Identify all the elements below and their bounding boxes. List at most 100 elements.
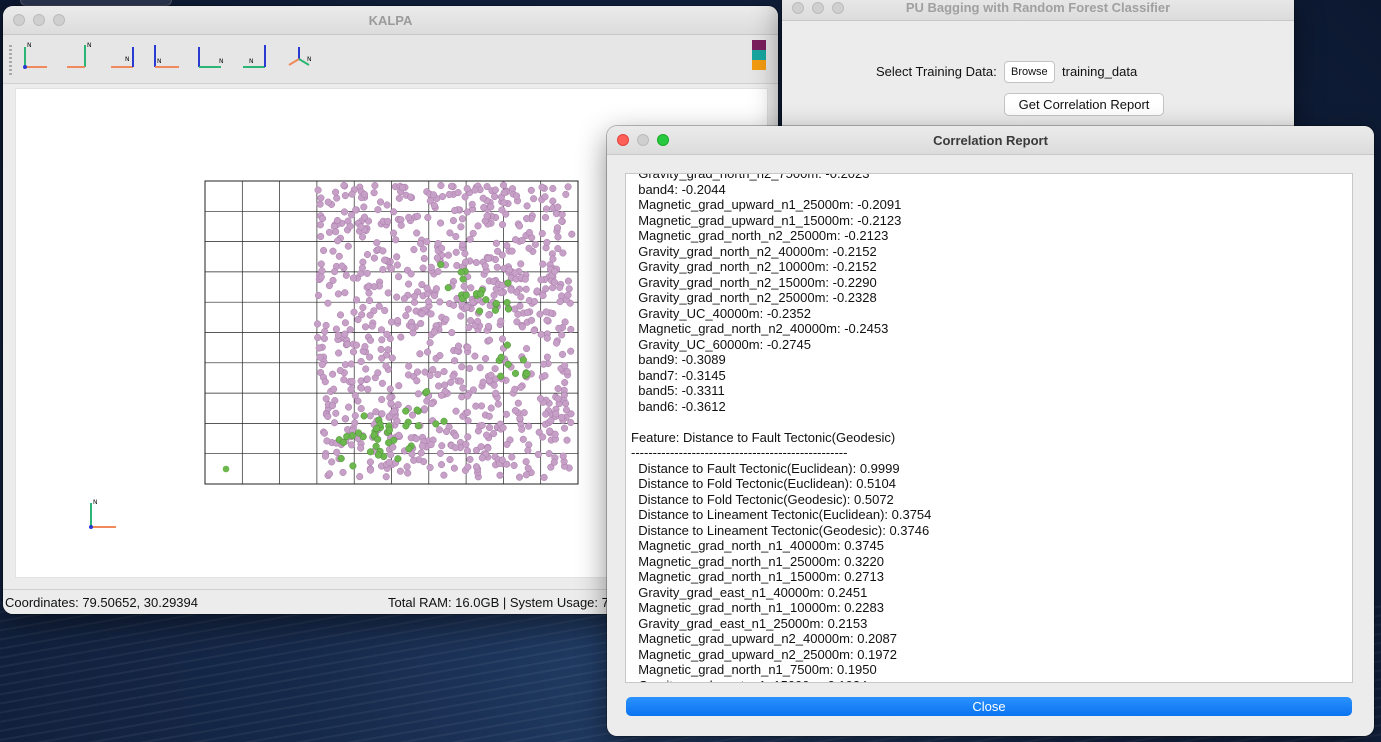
unlabeled-point xyxy=(324,198,332,206)
unlabeled-point xyxy=(420,254,428,263)
get-correlation-report-button[interactable]: Get Correlation Report xyxy=(1004,93,1164,116)
report-line: Magnetic_grad_upward_n2_25000m: 0.1972 xyxy=(631,646,897,662)
view-north-y-icon[interactable]: N xyxy=(63,41,95,75)
svg-text:N: N xyxy=(249,58,254,65)
unlabeled-point xyxy=(363,375,371,383)
view-3d-axes-icon[interactable]: N xyxy=(283,41,315,75)
unlabeled-point xyxy=(523,215,531,223)
unlabeled-point xyxy=(366,412,374,420)
minimize-window-icon[interactable] xyxy=(812,2,824,14)
unlabeled-point xyxy=(481,262,489,270)
zoom-window-icon[interactable] xyxy=(657,134,669,146)
browse-button[interactable]: Browse xyxy=(1004,61,1055,83)
unlabeled-point xyxy=(329,247,337,255)
swatch-color-1 xyxy=(752,40,766,50)
unlabeled-point xyxy=(426,463,434,472)
unlabeled-point xyxy=(376,198,385,206)
view-north-east-icon[interactable]: N xyxy=(195,41,227,75)
unlabeled-point xyxy=(567,418,575,427)
zoom-window-icon[interactable] xyxy=(53,14,65,26)
unlabeled-point xyxy=(317,194,325,202)
unlabeled-point xyxy=(436,449,444,457)
unlabeled-point xyxy=(430,328,438,336)
report-line: band4: -0.2044 xyxy=(631,181,726,197)
labeled-point xyxy=(497,372,505,380)
labeled-point xyxy=(504,360,512,368)
unlabeled-point xyxy=(350,308,358,316)
labeled-point xyxy=(440,417,448,425)
unlabeled-point xyxy=(325,470,334,478)
unlabeled-point xyxy=(393,293,401,301)
view-up-north-icon[interactable]: N xyxy=(107,41,139,75)
unlabeled-point xyxy=(464,417,472,425)
unlabeled-point xyxy=(394,401,402,409)
unlabeled-point xyxy=(366,311,374,319)
report-line: band5: -0.3311 xyxy=(631,383,725,398)
unlabeled-point xyxy=(452,432,460,440)
unlabeled-point xyxy=(552,339,561,347)
unlabeled-point xyxy=(335,252,343,260)
minimize-window-icon[interactable] xyxy=(33,14,45,26)
unlabeled-point xyxy=(491,365,499,373)
close-window-icon[interactable] xyxy=(792,2,804,14)
close-window-icon[interactable] xyxy=(617,134,629,146)
unlabeled-point xyxy=(478,421,486,429)
unlabeled-point xyxy=(389,229,398,237)
unlabeled-point xyxy=(487,404,495,412)
unlabeled-point xyxy=(519,435,527,443)
unlabeled-point xyxy=(417,239,425,248)
unlabeled-point xyxy=(466,317,475,325)
unlabeled-point xyxy=(387,451,395,459)
labeled-point xyxy=(503,341,511,349)
unlabeled-point xyxy=(384,217,392,225)
unlabeled-point xyxy=(396,467,404,475)
report-line: Distance to Lineament Tectonic(Geodesic)… xyxy=(631,522,930,538)
unlabeled-point xyxy=(410,298,419,306)
unlabeled-point xyxy=(479,194,487,202)
unlabeled-point xyxy=(467,284,475,292)
correlation-titlebar[interactable]: Correlation Report xyxy=(607,126,1374,155)
report-line: Distance to Fault Tectonic(Euclidean): 0… xyxy=(631,460,900,476)
unlabeled-point xyxy=(463,447,472,455)
close-button[interactable]: Close xyxy=(626,697,1352,716)
unlabeled-point xyxy=(536,310,544,318)
report-text-area[interactable]: Gravity_grad_north_n2_7500m: -0.2023 ban… xyxy=(625,173,1353,683)
color-legend-swatch[interactable] xyxy=(752,40,766,70)
unlabeled-point xyxy=(466,364,474,372)
unlabeled-point xyxy=(464,433,472,441)
unlabeled-point xyxy=(508,185,517,193)
unlabeled-point xyxy=(409,329,417,337)
pu-titlebar[interactable]: PU Bagging with Random Forest Classifier xyxy=(782,0,1294,21)
unlabeled-point xyxy=(352,341,361,349)
unlabeled-point xyxy=(556,298,564,306)
close-window-icon[interactable] xyxy=(13,14,25,26)
unlabeled-point xyxy=(365,296,374,305)
minimize-window-icon[interactable] xyxy=(637,134,649,146)
kalpa-titlebar[interactable]: KALPA xyxy=(3,6,778,35)
labeled-point xyxy=(523,370,531,378)
unlabeled-point xyxy=(374,369,382,377)
unlabeled-point xyxy=(484,254,492,262)
unlabeled-point xyxy=(387,265,395,273)
view-north-down-icon[interactable]: N xyxy=(239,41,271,75)
report-line: band6: -0.3612 xyxy=(631,398,726,414)
view-north-up-icon[interactable]: N xyxy=(151,41,183,75)
toolbar-grip-icon[interactable] xyxy=(9,45,12,75)
unlabeled-point xyxy=(567,347,575,355)
unlabeled-point xyxy=(315,344,323,352)
labeled-point xyxy=(360,412,368,420)
unlabeled-point xyxy=(383,330,391,338)
unlabeled-point xyxy=(550,458,558,466)
view-north-x-icon[interactable]: N xyxy=(21,41,53,75)
unlabeled-point xyxy=(534,450,542,458)
labeled-point xyxy=(504,279,512,287)
unlabeled-point xyxy=(554,233,562,241)
report-line: Gravity_grad_north_n2_7500m: -0.2023 xyxy=(631,173,870,181)
unlabeled-point xyxy=(514,399,522,407)
labeled-point xyxy=(222,465,230,473)
unlabeled-point xyxy=(345,403,353,411)
unlabeled-point xyxy=(321,452,330,460)
unlabeled-point xyxy=(332,228,340,236)
unlabeled-point xyxy=(324,299,332,307)
zoom-window-icon[interactable] xyxy=(832,2,844,14)
